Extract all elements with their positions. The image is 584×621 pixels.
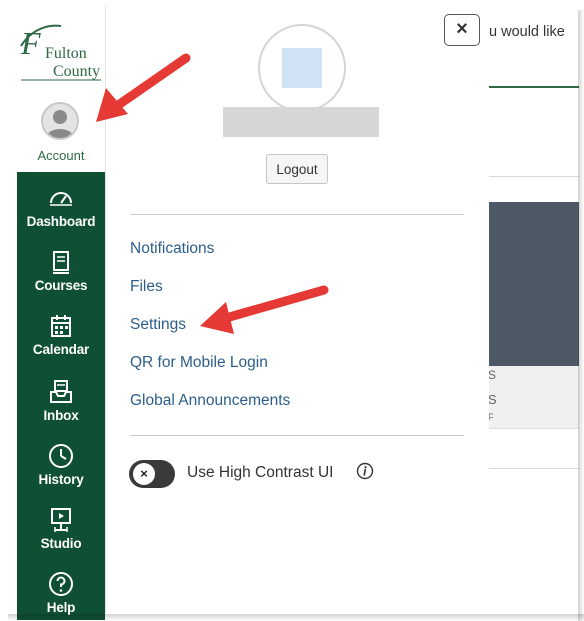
tray-divider — [130, 435, 464, 436]
info-icon[interactable] — [356, 462, 374, 480]
background-course-card-image — [489, 202, 579, 366]
background-page-text: u would like — [489, 24, 565, 40]
history-icon — [49, 444, 73, 468]
avatar-icon — [41, 102, 79, 140]
help-icon — [49, 572, 73, 596]
nav-item-label: Dashboard — [26, 214, 96, 229]
tray-link-files[interactable]: Files — [130, 278, 163, 296]
canvas-screenshot: u would like S S F F Fulton County Accou — [0, 0, 584, 621]
svg-text:F: F — [20, 25, 41, 61]
background-course-card-footer — [489, 366, 579, 429]
screenshot-shadow — [8, 614, 584, 621]
background-divider — [489, 86, 579, 88]
nav-item-label: Inbox — [43, 408, 79, 423]
tray-link-qr-mobile-login[interactable]: QR for Mobile Login — [130, 354, 268, 372]
inbox-icon — [50, 380, 72, 403]
nav-item-courses[interactable]: Courses — [17, 242, 105, 304]
nav-item-label: Calendar — [32, 342, 90, 357]
nav-item-calendar[interactable]: Calendar — [17, 306, 105, 368]
background-divider — [489, 176, 579, 177]
toggle-off-icon: × — [133, 463, 155, 485]
nav-item-inbox[interactable]: Inbox — [17, 372, 105, 434]
tray-link-settings[interactable]: Settings — [130, 316, 186, 334]
background-divider — [489, 468, 579, 469]
courses-icon — [53, 251, 69, 274]
studio-icon — [51, 508, 71, 532]
profile-image — [282, 48, 322, 88]
annotation-arrow-icon — [200, 285, 329, 334]
nav-item-label: Studio — [40, 536, 82, 551]
profile-avatar[interactable] — [258, 24, 346, 112]
dashboard-icon — [50, 192, 72, 206]
background-card-text: S — [488, 392, 497, 407]
nav-item-help[interactable]: Help — [17, 564, 105, 621]
tray-link-global-announcements[interactable]: Global Announcements — [130, 392, 290, 410]
logout-button[interactable]: Logout — [266, 154, 328, 184]
nav-item-history[interactable]: History — [17, 436, 105, 498]
tray-divider — [130, 214, 464, 215]
nav-item-label: Courses — [34, 278, 88, 293]
nav-item-label: History — [38, 472, 84, 487]
background-card-text: S — [488, 368, 497, 382]
nav-item-dashboard[interactable]: Dashboard — [17, 178, 105, 240]
tray-link-notifications[interactable]: Notifications — [130, 240, 214, 258]
high-contrast-label: Use High Contrast UI — [187, 464, 334, 481]
logo-line1: Fulton — [45, 45, 87, 62]
screenshot-shadow — [578, 10, 584, 621]
high-contrast-toggle[interactable]: × — [129, 460, 175, 488]
close-tray-button[interactable]: × — [444, 14, 480, 46]
nav-menu: Dashboard Courses Calendar Inbox History… — [17, 172, 105, 620]
user-name-redacted — [223, 107, 379, 137]
annotation-arrow-icon — [96, 53, 191, 122]
nav-item-label: Help — [46, 600, 76, 615]
nav-item-label: Account — [37, 148, 85, 163]
calendar-icon — [51, 315, 71, 337]
nav-item-studio[interactable]: Studio — [17, 500, 105, 562]
